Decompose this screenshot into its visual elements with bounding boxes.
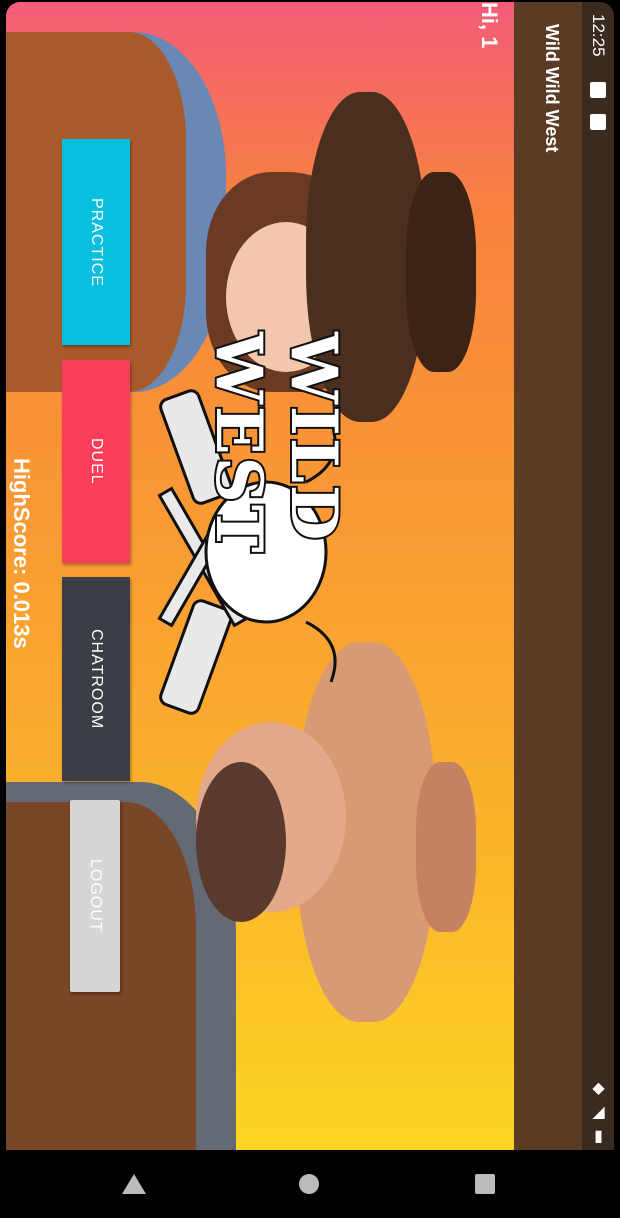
greeting: Hi, 1 xyxy=(477,2,502,49)
home-icon[interactable] xyxy=(299,1174,319,1194)
chatroom-button[interactable]: CHATROOM xyxy=(62,577,130,781)
logout-button[interactable]: LOGOUT xyxy=(70,800,120,992)
logo-text: WILD WEST xyxy=(199,330,353,557)
cowboy-beard xyxy=(196,762,286,922)
app-bar: Wild Wild West xyxy=(514,2,582,1150)
status-time: 12:25 xyxy=(589,14,608,57)
battery-icon: ▮ xyxy=(589,1126,606,1145)
navigation-bar xyxy=(0,1150,620,1218)
app-title: Wild Wild West xyxy=(542,24,562,153)
duel-button-label: DUEL xyxy=(88,438,105,485)
highscore-label: HighScore: 0.013s xyxy=(9,458,34,649)
recent-apps-icon[interactable] xyxy=(475,1174,495,1194)
notification-a-icon xyxy=(590,82,606,98)
wild-west-logo: WILD WEST xyxy=(156,330,353,772)
cowboy-hat-crown xyxy=(416,762,476,932)
practice-button[interactable]: PRACTICE xyxy=(62,139,130,345)
cowgirl-hat-crown xyxy=(406,172,476,372)
wifi-icon: ◆ xyxy=(589,1078,606,1097)
chatroom-button-label: CHATROOM xyxy=(88,628,105,730)
status-bar: 12:25 ◆ ◢ ▮ xyxy=(582,2,614,1150)
practice-button-label: PRACTICE xyxy=(88,197,105,287)
signal-icon: ◢ xyxy=(589,1102,606,1121)
back-icon[interactable] xyxy=(122,1174,146,1194)
screen: WILD WEST Wild Wild West 12:25 ◆ ◢ ▮ Hi,… xyxy=(6,2,614,1150)
duel-button[interactable]: DUEL xyxy=(62,360,130,563)
sd-card-icon xyxy=(590,114,606,130)
logout-button-label: LOGOUT xyxy=(87,859,104,933)
